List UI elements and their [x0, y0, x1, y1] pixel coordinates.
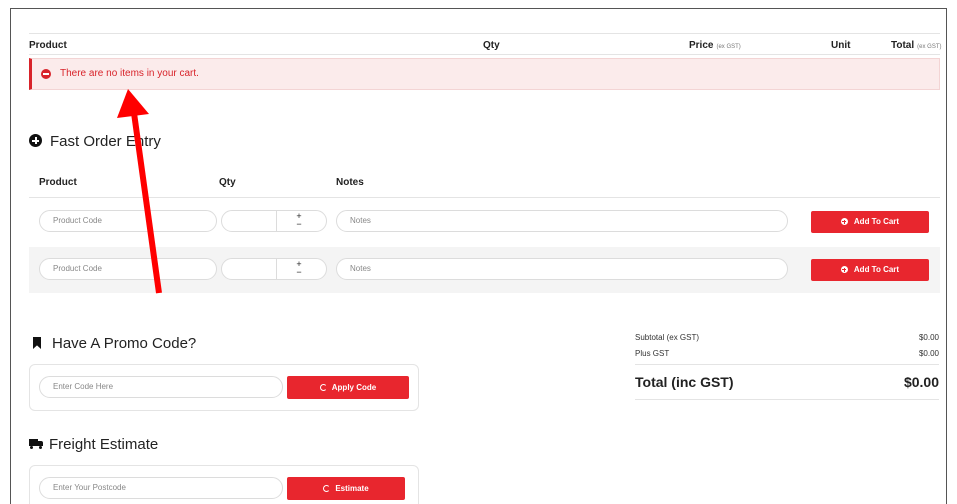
arrow-shaft — [131, 112, 162, 294]
arrow-head — [117, 89, 149, 118]
annotation-arrow — [117, 89, 162, 294]
